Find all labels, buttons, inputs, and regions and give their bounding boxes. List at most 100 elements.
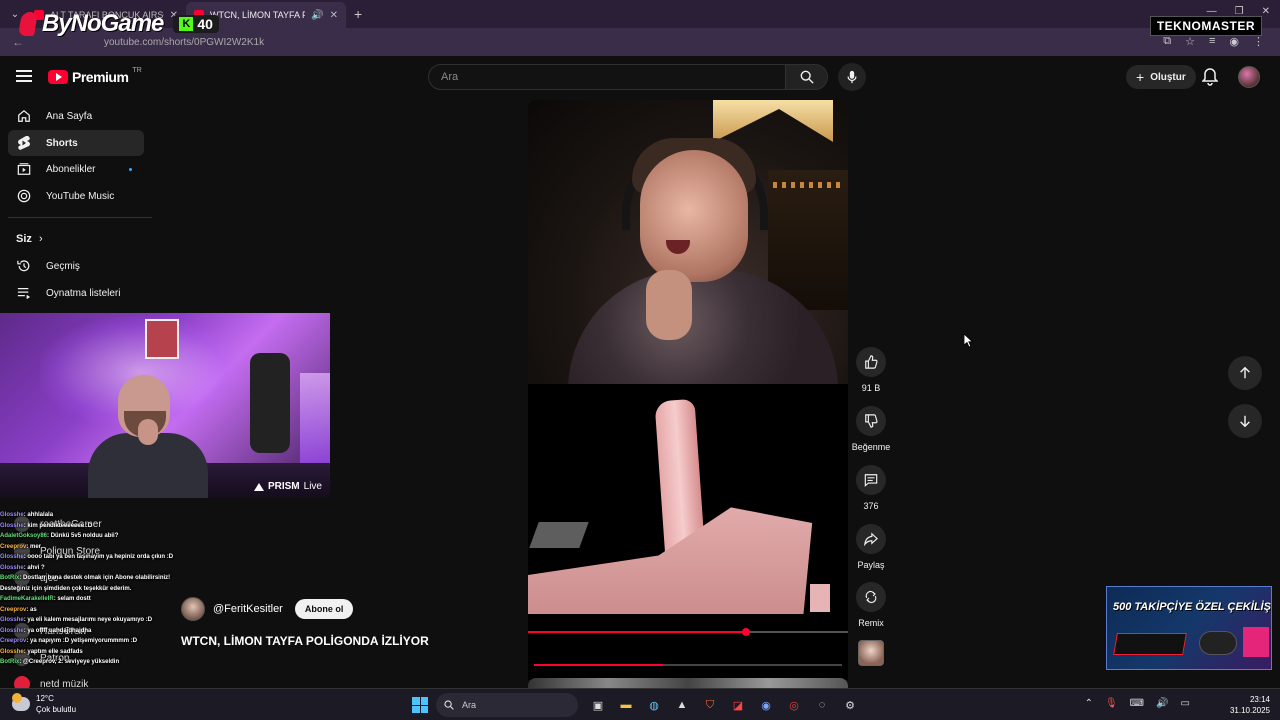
network-icon[interactable]: ⌨ <box>1130 698 1144 709</box>
share-button[interactable] <box>856 524 886 554</box>
chat-message: Glosshe: yaptım elle sadfads <box>0 648 83 655</box>
previous-short-button[interactable] <box>1228 356 1262 390</box>
menu-icon[interactable] <box>16 70 32 82</box>
chat-message: FadimeKarakelleIR: selam dostt <box>0 596 91 602</box>
channel-name[interactable]: @FeritKesitler <box>213 603 283 615</box>
remix-button[interactable] <box>856 582 886 612</box>
like-count: 91 B <box>861 383 881 393</box>
youtube-play-icon <box>48 70 68 84</box>
bookmark-star-icon[interactable]: ☆ <box>1185 35 1195 48</box>
shorts-icon <box>16 135 32 151</box>
close-window-icon[interactable]: ✕ <box>1262 6 1270 17</box>
settings-icon[interactable]: ⚙ <box>840 695 860 715</box>
taskbar-clock[interactable]: 23:14 31.10.2025 <box>1230 694 1270 716</box>
sidebar-you-header[interactable]: Siz › <box>16 233 43 245</box>
chat-message: Glosshe: oooo tabi ya ben taşınayım ya h… <box>0 554 174 560</box>
home-icon <box>16 108 32 124</box>
sidebar-item-subscriptions[interactable]: Abonelikler <box>8 156 144 182</box>
obs-icon[interactable]: ◌ <box>812 695 832 715</box>
channel-avatar[interactable] <box>181 597 205 621</box>
steam-icon[interactable]: ◍ <box>644 695 664 715</box>
voice-search-button[interactable] <box>838 63 866 91</box>
windows-taskbar: 12°C Çok bulutlu Ara ▣ ▬ ◍ ▲ ⛉ ◪ ◉ ◎ ◌ ⚙… <box>0 688 1280 720</box>
battery-icon[interactable]: ▭ <box>1181 698 1190 709</box>
chat-message: Glosshe: ahvi ? <box>0 564 45 571</box>
subscriptions-icon <box>16 161 32 177</box>
weather-widget[interactable]: 12°C Çok bulutlu <box>12 693 76 715</box>
shield-icon[interactable]: ⛉ <box>700 695 720 715</box>
chat-message: Glosshe: kim pendikteeeeeee :D <box>0 522 93 529</box>
plus-icon: + <box>1136 69 1145 85</box>
webcam-overlay: PRISM Live <box>0 313 330 498</box>
cloudy-weather-icon <box>12 693 30 711</box>
remix-label: Remix <box>858 618 884 628</box>
account-avatar[interactable] <box>1238 66 1260 88</box>
sidebar-item-youtube-music[interactable]: YouTube Music <box>8 183 144 209</box>
notifications-bell-icon[interactable] <box>1201 68 1219 91</box>
streamer <box>80 375 210 498</box>
next-short-preview[interactable] <box>528 678 848 688</box>
youtube-logo-text: Premium <box>72 69 129 85</box>
chrome-icon[interactable]: ◎ <box>784 695 804 715</box>
file-explorer-icon[interactable]: ▬ <box>616 695 636 715</box>
embedded-progress-fill <box>534 664 664 666</box>
taskbar-search[interactable]: Ara <box>436 693 578 717</box>
share-action: Paylaş <box>850 524 892 570</box>
chat-message: Creeprov: ya napıyım :D yetişemiyorummmm… <box>0 638 138 644</box>
taskbar-apps: ▣ ▬ ◍ ▲ ⛉ ◪ ◉ ◎ ◌ ⚙ <box>588 695 860 715</box>
chat-message: BotRix: Dostlarr bana destek olmak için … <box>0 575 171 581</box>
sidebar-divider <box>8 217 152 218</box>
comments-button[interactable] <box>856 465 886 495</box>
dislike-action: Beğenme <box>850 406 892 452</box>
menu-dots-icon[interactable]: ⋮ <box>1253 35 1264 48</box>
mouse-image <box>1199 631 1237 655</box>
remix-icon <box>865 590 877 604</box>
microphone-icon <box>847 70 857 84</box>
chat-message: Creeprov: as <box>0 606 37 613</box>
search-input[interactable] <box>441 71 785 83</box>
media-control-icon[interactable]: ≡ <box>1209 35 1215 48</box>
new-tab-button[interactable]: + <box>354 6 362 22</box>
tab-close-icon[interactable]: ✕ <box>330 10 338 21</box>
chat-message: BotRix: @Creeprov, 2. seviyeye yükseldin <box>0 659 120 665</box>
system-tray: ⌃ 🎙 ⌨ 🔊 ▭ <box>1085 698 1190 709</box>
subscribe-button[interactable]: Abone ol <box>294 599 354 619</box>
volume-icon[interactable]: 🔊 <box>1156 698 1168 709</box>
dislike-button[interactable] <box>856 406 886 436</box>
search-button[interactable] <box>786 64 828 90</box>
speaker-icon[interactable]: 🔊 <box>311 10 323 21</box>
windows-start-icon[interactable] <box>412 697 428 713</box>
profile-icon[interactable]: ◉ <box>1229 35 1239 48</box>
audio-source-thumbnail[interactable] <box>858 640 884 666</box>
bynogame-brand: ByNoGame <box>42 10 164 37</box>
sidebar-item-history[interactable]: Geçmiş <box>8 253 144 279</box>
share-label: Paylaş <box>857 560 885 570</box>
like-button[interactable] <box>856 347 886 377</box>
task-view-icon[interactable]: ▣ <box>588 695 608 715</box>
bynogame-overlay: ByNoGame K 40 <box>17 10 219 38</box>
short-title[interactable]: WTCN, LİMON TAYFA POLİGONDA İZLİYOR <box>181 634 429 648</box>
create-button[interactable]: + Oluştur <box>1126 65 1196 89</box>
chevron-up-icon[interactable]: ⌃ <box>1085 698 1093 709</box>
cast-icon[interactable]: ⧉ <box>1163 35 1171 48</box>
sidebar-item-label: Abonelikler <box>46 163 96 175</box>
short-video-player[interactable] <box>528 100 848 660</box>
sidebar-item-shorts[interactable]: Shorts <box>8 130 144 156</box>
search-box <box>428 64 786 90</box>
embedded-progress-bar <box>534 664 842 666</box>
chat-message: Glosshe: ya eli kalem mesajlarımı neye o… <box>0 617 153 623</box>
create-label: Oluştur <box>1150 71 1186 83</box>
history-icon <box>16 258 32 274</box>
microphone-icon[interactable]: 🎙 <box>1105 698 1118 709</box>
url-text[interactable]: youtube.com/shorts/0PGWI2W2K1k <box>104 37 264 48</box>
prism-live-watermark: PRISM Live <box>253 481 322 492</box>
app-icon[interactable]: ▲ <box>672 695 692 715</box>
next-short-button[interactable] <box>1228 404 1262 438</box>
youtube-logo[interactable]: Premium TR <box>48 67 142 85</box>
editor-icon[interactable]: ◪ <box>728 695 748 715</box>
discord-icon[interactable]: ◉ <box>756 695 776 715</box>
video-progress-bar[interactable] <box>528 628 848 636</box>
progress-scrubber[interactable] <box>741 628 750 636</box>
sidebar-item-playlists[interactable]: Oynatma listeleri <box>8 280 144 306</box>
sidebar-item-home[interactable]: Ana Sayfa <box>8 103 144 129</box>
